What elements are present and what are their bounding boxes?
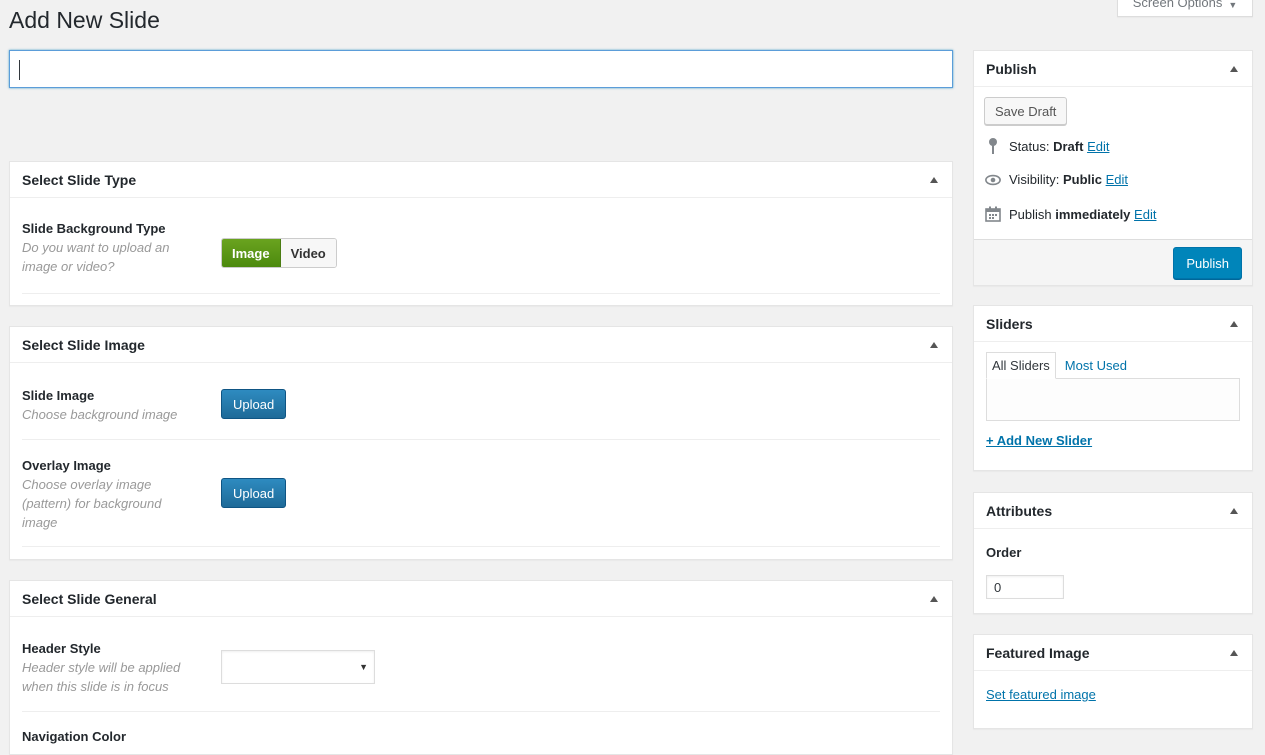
overlay-image-upload-button[interactable]: Upload: [221, 478, 287, 508]
tab-all-sliders[interactable]: All Sliders: [986, 352, 1056, 379]
overlay-image-desc-3: image: [22, 515, 58, 530]
publish-actions: Publish: [974, 239, 1252, 285]
visibility-row: Visibility: Public Edit: [985, 172, 1128, 187]
sliders-header[interactable]: Sliders: [974, 306, 1252, 342]
slide-image-row: Slide Image Choose background image Uplo…: [22, 388, 940, 440]
triangle-down-icon: ▼: [359, 662, 368, 672]
slide-general-heading: Select Slide General: [22, 590, 157, 607]
attributes-header[interactable]: Attributes: [974, 493, 1252, 529]
screen-options-button[interactable]: Screen Options ▼: [1117, 0, 1253, 17]
slide-type-box: Select Slide Type Slide Background Type …: [9, 161, 953, 306]
bg-type-image-option[interactable]: Image: [222, 239, 281, 267]
bg-type-toggle: Image Video: [221, 238, 337, 268]
triangle-up-icon[interactable]: [1230, 507, 1238, 514]
header-style-desc-1: Header style will be applied: [22, 660, 181, 675]
triangle-down-icon: ▼: [1228, 0, 1238, 10]
triangle-up-icon[interactable]: [930, 341, 938, 348]
header-style-select[interactable]: ▼: [221, 650, 375, 684]
save-draft-button[interactable]: Save Draft: [984, 97, 1068, 125]
featured-image-header[interactable]: Featured Image: [974, 635, 1252, 671]
attributes-box: Attributes Order 0: [973, 492, 1253, 614]
visibility-value: Public: [1062, 172, 1102, 187]
publish-date-label: Publish: [1009, 206, 1052, 222]
page-title: Add New Slide: [9, 7, 160, 33]
triangle-up-icon[interactable]: [1230, 649, 1238, 656]
sliders-checklist: [986, 378, 1240, 421]
bg-type-video-option[interactable]: Video: [280, 239, 336, 267]
publish-heading: Publish: [986, 60, 1037, 77]
publish-date-edit-link[interactable]: Edit: [1134, 207, 1156, 222]
bg-type-row: Slide Background Type Do you want to upl…: [22, 221, 940, 294]
slide-image-box: Select Slide Image Slide Image Choose ba…: [9, 326, 953, 560]
slide-image-upload-button[interactable]: Upload: [221, 389, 287, 419]
slide-general-box: Select Slide General Header Style Header…: [9, 580, 953, 755]
row-divider: [22, 293, 940, 294]
slide-type-heading: Select Slide Type: [22, 171, 137, 188]
featured-image-box: Featured Image Set featured image: [973, 634, 1253, 729]
publish-button[interactable]: Publish: [1173, 247, 1242, 279]
title-input[interactable]: [9, 50, 953, 88]
header-style-label: Header Style: [22, 641, 101, 656]
header-style-desc-2: when this slide is in focus: [22, 679, 169, 694]
publish-header[interactable]: Publish: [974, 51, 1252, 87]
overlay-image-label: Overlay Image: [22, 458, 111, 473]
slide-image-desc: Choose background image: [22, 407, 178, 422]
bg-type-desc-1: Do you want to upload an: [22, 240, 170, 255]
triangle-up-icon[interactable]: [1230, 320, 1238, 327]
overlay-image-desc-2: (pattern) for background: [22, 496, 162, 511]
row-divider: [22, 546, 940, 547]
status-edit-link[interactable]: Edit: [1087, 139, 1109, 154]
status-row: Status: Draft Edit: [985, 138, 1109, 154]
sliders-box: Sliders All Sliders Most Used + Add New …: [973, 305, 1253, 471]
navigation-color-row: Navigation Color: [22, 729, 940, 744]
calendar-icon: [985, 206, 1001, 222]
status-label: Status:: [1009, 138, 1050, 154]
tab-most-used[interactable]: Most Used: [1056, 352, 1132, 379]
triangle-up-icon[interactable]: [1230, 65, 1238, 72]
bg-type-label: Slide Background Type: [22, 221, 166, 236]
set-featured-image-link[interactable]: Set featured image: [986, 687, 1096, 702]
row-divider: [22, 711, 940, 712]
header-style-row: Header Style Header style will be applie…: [22, 641, 940, 712]
featured-image-heading: Featured Image: [986, 644, 1090, 661]
slide-general-header[interactable]: Select Slide General: [10, 581, 952, 617]
publish-date-value: immediately: [1055, 206, 1131, 222]
sliders-tabs: All Sliders Most Used: [986, 352, 1132, 379]
status-value: Draft: [1053, 138, 1084, 154]
slide-image-label: Slide Image: [22, 388, 95, 403]
slide-image-heading: Select Slide Image: [22, 336, 145, 353]
row-divider: [22, 439, 940, 440]
slide-type-header[interactable]: Select Slide Type: [10, 162, 952, 198]
attributes-heading: Attributes: [986, 502, 1053, 519]
visibility-label: Visibility:: [1009, 172, 1060, 187]
add-new-slider-link[interactable]: + Add New Slider: [986, 433, 1092, 448]
visibility-edit-link[interactable]: Edit: [1106, 172, 1128, 187]
pin-icon: [985, 138, 1001, 154]
publish-date-row: Publish immediately Edit: [985, 206, 1156, 222]
publish-box: Publish Save Draft Status: Draft Edit Vi…: [973, 50, 1253, 286]
slide-image-header[interactable]: Select Slide Image: [10, 327, 952, 363]
order-label: Order: [986, 545, 1022, 560]
order-input[interactable]: 0: [986, 575, 1064, 599]
triangle-up-icon[interactable]: [930, 595, 938, 602]
overlay-image-desc-1: Choose overlay image: [22, 477, 152, 492]
overlay-image-row: Overlay Image Choose overlay image (patt…: [22, 458, 940, 548]
bg-type-desc-2: image or video?: [22, 259, 115, 274]
navigation-color-label: Navigation Color: [22, 729, 127, 744]
eye-icon: [985, 174, 1001, 186]
sliders-heading: Sliders: [986, 315, 1033, 332]
text-caret: [19, 60, 20, 80]
triangle-up-icon[interactable]: [930, 176, 938, 183]
screen-options-label: Screen Options: [1132, 0, 1223, 10]
